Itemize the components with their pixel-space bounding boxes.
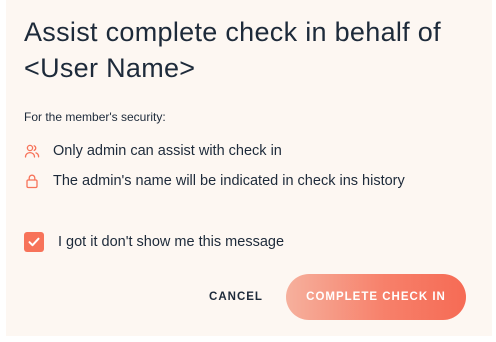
assist-check-in-dialog: Assist complete check in behalf of <User… bbox=[6, 0, 492, 336]
dialog-actions: CANCEL COMPLETE CHECK IN bbox=[6, 274, 492, 320]
dont-show-again-option[interactable]: I got it don't show me this message bbox=[24, 232, 284, 252]
users-icon bbox=[24, 143, 40, 159]
dont-show-again-label: I got it don't show me this message bbox=[58, 234, 285, 250]
reason-text: The admin's name will be indicated in ch… bbox=[53, 173, 405, 189]
cancel-button[interactable]: CANCEL bbox=[192, 274, 280, 320]
lock-icon bbox=[24, 173, 40, 189]
security-label: For the member's security: bbox=[24, 110, 166, 124]
reason-admin-only: Only admin can assist with check in bbox=[24, 143, 282, 159]
reason-name-indicated: The admin's name will be indicated in ch… bbox=[24, 173, 405, 189]
dont-show-again-checkbox[interactable] bbox=[24, 232, 44, 252]
dialog-title: Assist complete check in behalf of <User… bbox=[24, 17, 441, 83]
reason-text: Only admin can assist with check in bbox=[53, 143, 282, 159]
checkmark-icon bbox=[28, 237, 40, 247]
complete-check-in-button[interactable]: COMPLETE CHECK IN bbox=[286, 274, 466, 320]
